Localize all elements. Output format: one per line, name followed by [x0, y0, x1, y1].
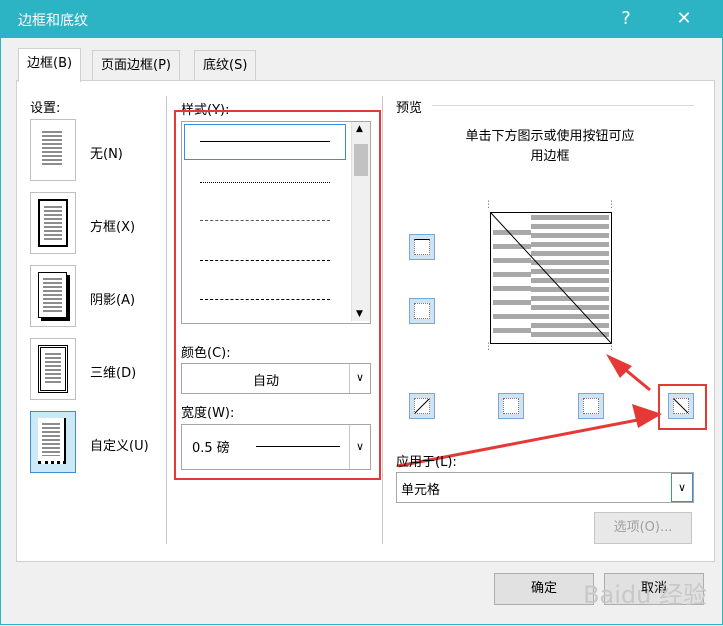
options-button[interactable]: 选项(O)... [594, 512, 692, 544]
apply-to-value: 单元格 [401, 483, 441, 498]
ok-button[interactable]: 确定 [494, 573, 594, 605]
tab-borders[interactable]: 边框(B) [18, 48, 82, 82]
apply-to-label: 应用于(L): [396, 455, 457, 470]
chevron-down-icon[interactable]: ∨ [671, 473, 693, 502]
watermark: Baidu 经验 [583, 581, 707, 609]
apply-to-dropdown[interactable]: 单元格 ∨ [396, 472, 694, 503]
